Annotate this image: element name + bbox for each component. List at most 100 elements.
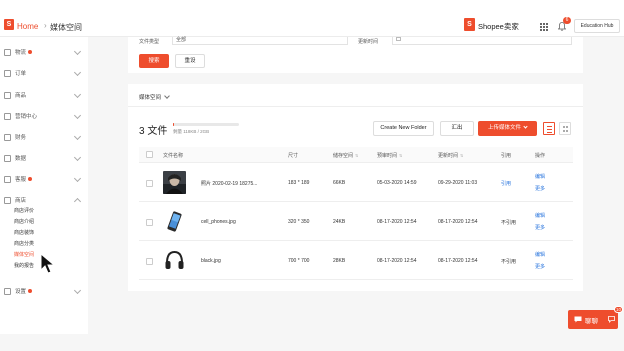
sidebar-subitem-shop-category[interactable]: 商店分类 — [14, 240, 34, 248]
shopee-logo-icon[interactable]: S — [4, 19, 14, 30]
finance-icon — [4, 133, 11, 141]
list-view-toggle-icon[interactable] — [543, 122, 555, 135]
sidebar-subitem-shop-rating[interactable]: 商店评价 — [14, 207, 34, 215]
preview-time: 05-03-2020 14:59 — [377, 180, 417, 186]
upload-media-label: 上传媒体文件 — [487, 125, 521, 131]
column-header-preview-time[interactable]: 预审时间 ⇅ — [377, 152, 402, 159]
column-header-storage[interactable]: 储存空间 ⇅ — [333, 152, 358, 159]
shopee-bag-icon: S — [464, 18, 475, 31]
file-type-select[interactable]: 全部 — [172, 37, 348, 45]
chat-button[interactable]: 聊聊 — [568, 310, 618, 329]
more-link[interactable]: 更多 — [535, 224, 545, 231]
sidebar-item-products[interactable]: 商品 — [4, 90, 26, 100]
table-row: cell_phones.jpg 320 * 350 24KB 08-17-202… — [139, 203, 573, 241]
file-name[interactable]: 照片 2020-02-19 18275... — [201, 180, 257, 187]
update-time-label: 更新时间 — [358, 39, 379, 45]
education-hub-button[interactable]: Education Hub — [574, 19, 620, 33]
media-space-dropdown[interactable]: 媒体空间 — [139, 93, 170, 101]
chevron-down-icon[interactable] — [73, 132, 82, 141]
more-link[interactable]: 更多 — [535, 263, 545, 270]
edit-link[interactable]: 编辑 — [535, 212, 545, 219]
chat-badge: 10 — [614, 306, 623, 313]
preview-time: 08-17-2020 12:54 — [377, 219, 417, 225]
sidebar-subitem-shop-profile[interactable]: 商店介绍 — [14, 218, 34, 226]
apps-grid-icon[interactable] — [540, 23, 548, 31]
export-button[interactable]: 汇出 — [440, 121, 474, 136]
row-checkbox[interactable] — [146, 219, 153, 226]
customer-service-icon — [4, 175, 11, 183]
column-header-update-time[interactable]: 更新时间 ⇅ — [438, 152, 463, 159]
table-row: 照片 2020-02-19 18275... 183 * 189 66KB 05… — [139, 164, 573, 202]
file-type-value: 全部 — [176, 37, 187, 43]
mouse-cursor-icon — [40, 253, 56, 274]
portrait-thumbnail[interactable] — [163, 171, 186, 194]
chevron-down-icon[interactable] — [73, 111, 82, 120]
update-time-picker[interactable] — [392, 37, 572, 45]
select-all-checkbox[interactable] — [146, 151, 153, 158]
file-dimensions: 700 * 700 — [288, 258, 310, 264]
sidebar-item-orders[interactable]: 订单 — [4, 68, 26, 78]
reference-link[interactable]: 引用 — [501, 180, 511, 187]
cell-phone-thumbnail[interactable] — [163, 210, 186, 233]
page-title: 媒体空间 — [50, 23, 82, 32]
chevron-down-icon[interactable] — [73, 153, 82, 162]
home-link[interactable]: Home — [17, 22, 38, 31]
sidebar-item-finance[interactable]: 财务 — [4, 132, 26, 142]
sidebar-item-label: 物流 — [15, 50, 27, 56]
sidebar-item-logistics[interactable]: 物流 — [4, 47, 33, 57]
media-space-card: 媒体空间 3 文件 剩量 118KB / 2GB Create New Fold… — [128, 84, 583, 291]
column-header-update-time-label: 更新时间 — [438, 153, 459, 159]
new-dot — [28, 50, 33, 54]
sidebar-item-label: 设置 — [15, 289, 27, 295]
file-name[interactable]: cell_phones.jpg — [201, 219, 236, 225]
sidebar-item-shop[interactable]: 商店 — [4, 195, 26, 205]
chevron-down-icon[interactable] — [73, 90, 82, 99]
column-header-actions: 操作 — [535, 153, 546, 159]
sidebar-subitem-shop-decoration[interactable]: 商店装饰 — [14, 229, 34, 237]
order-icon — [4, 69, 11, 77]
file-storage: 24KB — [333, 219, 346, 225]
edit-link[interactable]: 编辑 — [535, 251, 545, 258]
create-new-folder-button[interactable]: Create New Folder — [373, 121, 434, 136]
headphones-thumbnail[interactable] — [163, 249, 186, 272]
reset-button[interactable]: 重设 — [175, 54, 205, 68]
column-header-reference: 引用 — [501, 153, 512, 159]
file-count: 3 文件 — [139, 126, 168, 137]
chevron-up-icon[interactable] — [73, 197, 82, 206]
sidebar-item-marketing[interactable]: 营销中心 — [4, 111, 37, 121]
chat-bubble-icon — [574, 316, 582, 323]
sort-icon: ⇅ — [355, 153, 359, 158]
sidebar-item-label: 订单 — [15, 71, 27, 77]
chevron-down-icon[interactable] — [73, 47, 82, 56]
more-link[interactable]: 更多 — [535, 185, 545, 192]
filter-card: 文件类型 全部 更新时间 搜索 重设 — [128, 37, 583, 73]
media-space-dropdown-label: 媒体空间 — [139, 95, 162, 101]
breadcrumb-separator: › — [44, 21, 47, 30]
file-dimensions: 183 * 189 — [288, 180, 310, 186]
sidebar-item-label: 商店 — [15, 198, 27, 204]
grid-view-toggle-icon[interactable] — [559, 122, 571, 135]
chevron-down-icon[interactable] — [73, 286, 82, 295]
row-checkbox[interactable] — [146, 258, 153, 265]
sidebar-subitem-media-space[interactable]: 媒体空间 — [14, 251, 34, 259]
marketing-icon — [4, 112, 11, 120]
chevron-down-icon[interactable] — [73, 174, 82, 183]
sidebar-item-data[interactable]: 数据 — [4, 153, 26, 163]
truck-icon — [4, 48, 11, 56]
column-header-storage-label: 储存空间 — [333, 153, 354, 159]
sidebar-item-customer-service[interactable]: 客服 — [4, 174, 33, 184]
shop-icon — [4, 196, 11, 204]
notification-badge: 6 — [563, 17, 571, 24]
file-name[interactable]: black.jpg — [201, 258, 221, 264]
sidebar-subitem-my-reports[interactable]: 我的报告 — [14, 262, 34, 270]
search-button[interactable]: 搜索 — [139, 54, 169, 68]
upload-media-button[interactable]: 上传媒体文件 — [478, 121, 537, 136]
row-checkbox[interactable] — [146, 180, 153, 187]
chevron-down-icon[interactable] — [73, 68, 82, 77]
calendar-icon — [396, 37, 401, 41]
sort-icon: ⇅ — [460, 153, 464, 158]
sidebar-item-settings[interactable]: 设置 — [4, 286, 33, 296]
sidebar-item-label: 财务 — [15, 135, 27, 141]
sidebar-item-label: 客服 — [15, 177, 27, 183]
edit-link[interactable]: 编辑 — [535, 173, 545, 180]
